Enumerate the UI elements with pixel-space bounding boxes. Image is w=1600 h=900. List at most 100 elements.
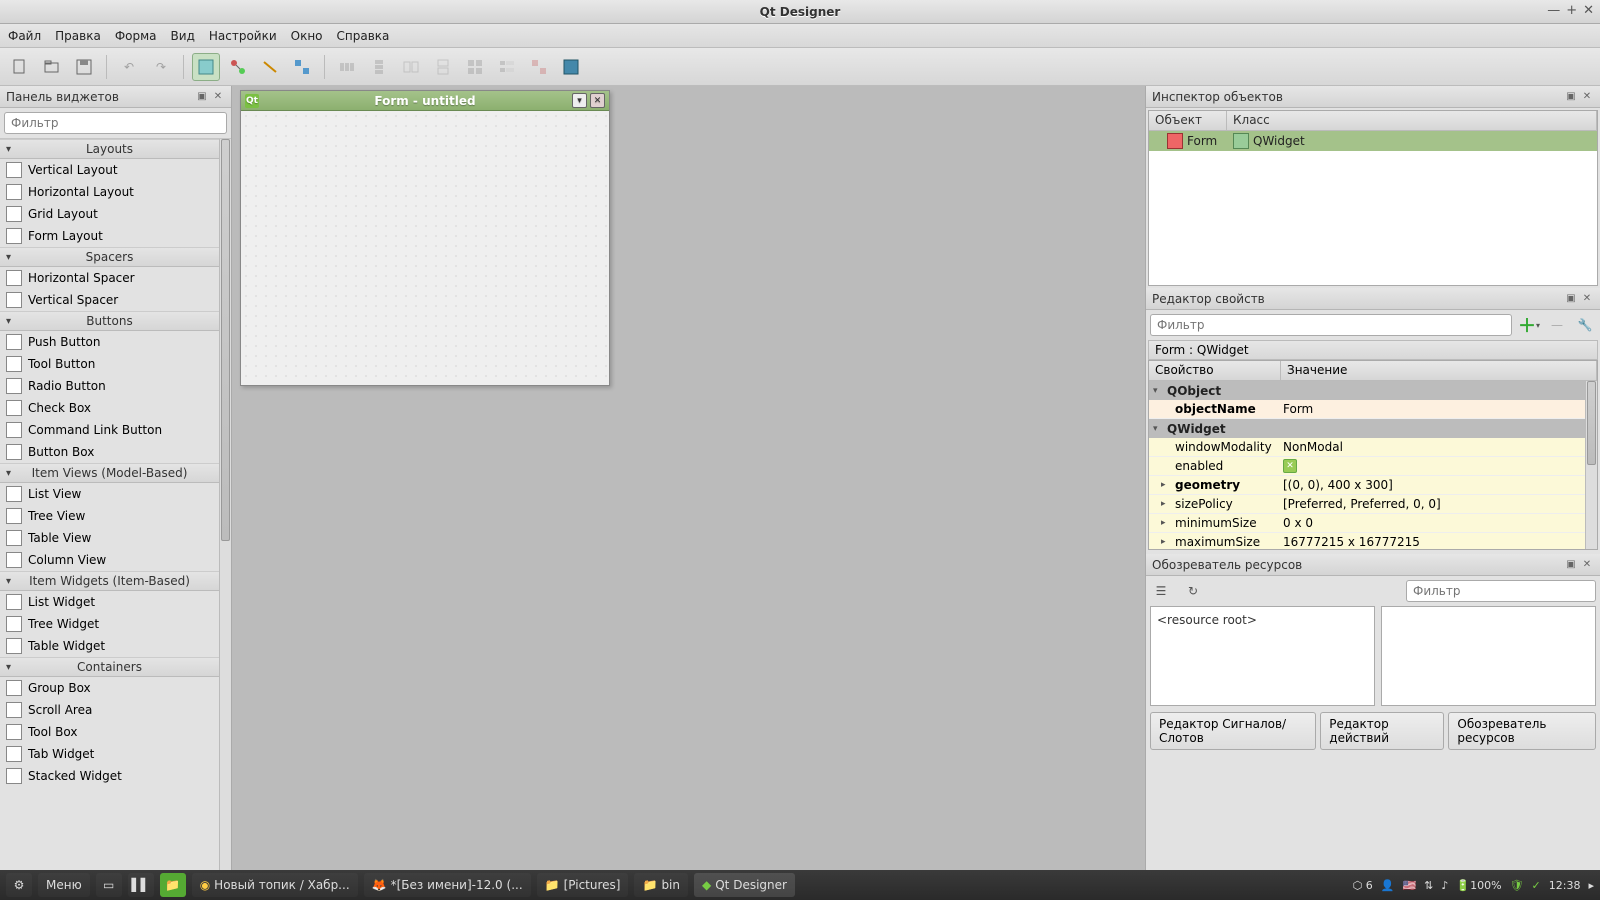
keyboard-layout[interactable]: 🇺🇸 [1402,879,1416,892]
property-group[interactable]: ▾QWidget [1149,419,1585,438]
form-close-button[interactable]: ✕ [590,93,605,108]
widget-item[interactable]: List Widget [0,591,219,613]
new-form-button[interactable] [6,53,34,81]
widget-item[interactable]: Vertical Layout [0,159,219,181]
mint-menu-button[interactable]: Меню [38,873,90,897]
dock-close-button[interactable]: ✕ [1580,90,1594,104]
tab-action-editor[interactable]: Редактор действий [1320,712,1444,750]
menu-file[interactable]: Файл [8,29,41,43]
layout-horizontal-button[interactable] [333,53,361,81]
widget-item[interactable]: Tree Widget [0,613,219,635]
resource-filter[interactable] [1406,580,1596,602]
clock[interactable]: 12:38 [1549,879,1581,892]
battery-icon[interactable]: 🔋100% [1456,879,1501,892]
widget-item[interactable]: Horizontal Spacer [0,267,219,289]
property-scrollbar[interactable] [1585,381,1597,549]
widget-item[interactable]: Push Button [0,331,219,353]
category-header[interactable]: ▾Item Views (Model-Based) [0,463,219,483]
widget-item[interactable]: Command Link Button [0,419,219,441]
resource-tree[interactable]: <resource root> [1150,606,1375,706]
dock-float-button[interactable]: ▣ [1564,292,1578,306]
dock-float-button[interactable]: ▣ [1564,558,1578,572]
menu-form[interactable]: Форма [115,29,157,43]
widget-item[interactable]: Group Box [0,677,219,699]
property-row[interactable]: ▸minimumSize0 x 0 [1149,514,1585,533]
resource-preview[interactable] [1381,606,1596,706]
property-filter[interactable] [1150,314,1512,336]
layout-form-button[interactable] [493,53,521,81]
widget-item[interactable]: Table Widget [0,635,219,657]
taskbar-item-chrome[interactable]: ◉Новый топик / Хабр... [192,873,358,897]
property-row[interactable]: windowModalityNonModal [1149,438,1585,457]
shield-icon[interactable]: 🛡 [1510,879,1524,892]
widget-item[interactable]: Check Box [0,397,219,419]
taskbar-item-pictures[interactable]: 📁[Pictures] [537,873,629,897]
widget-box-scrollbar[interactable] [219,139,231,870]
reload-resources-button[interactable]: ↻ [1182,580,1204,602]
tab-resource-browser[interactable]: Обозреватель ресурсов [1448,712,1596,750]
taskbar-item-qtdesigner[interactable]: ◆Qt Designer [694,873,795,897]
dock-close-button[interactable]: ✕ [1580,558,1594,572]
dock-close-button[interactable]: ✕ [1580,292,1594,306]
widget-item[interactable]: Stacked Widget [0,765,219,787]
widget-item[interactable]: List View [0,483,219,505]
dock-float-button[interactable]: ▣ [195,90,209,104]
form-window[interactable]: Qt Form - untitled ▾ ✕ [240,90,610,386]
configure-button[interactable]: 🔧 [1574,314,1596,336]
add-dynamic-prop-button[interactable]: ＋▾ [1518,314,1540,336]
category-header[interactable]: ▾Buttons [0,311,219,331]
save-button[interactable] [70,53,98,81]
undo-button[interactable]: ↶ [115,53,143,81]
widget-item[interactable]: Tool Button [0,353,219,375]
remove-dynamic-prop-button[interactable]: — [1546,314,1568,336]
menu-help[interactable]: Справка [337,29,390,43]
open-button[interactable] [38,53,66,81]
property-row[interactable]: objectNameForm [1149,400,1585,419]
checkbox-icon[interactable]: ✕ [1283,459,1297,473]
menu-window[interactable]: Окно [291,29,323,43]
mdi-area[interactable]: Qt Form - untitled ▾ ✕ [232,86,1145,870]
property-group[interactable]: ▾QObject [1149,381,1585,400]
form-minimize-button[interactable]: ▾ [572,93,587,108]
maximize-icon[interactable]: + [1566,3,1577,18]
property-row[interactable]: ▸geometry[(0, 0), 400 x 300] [1149,476,1585,495]
close-icon[interactable]: ✕ [1583,3,1594,18]
property-row[interactable]: enabled✕ [1149,457,1585,476]
widget-item[interactable]: Tree View [0,505,219,527]
menu-edit[interactable]: Правка [55,29,101,43]
break-layout-button[interactable] [525,53,553,81]
dock-float-button[interactable]: ▣ [1564,90,1578,104]
user-icon[interactable]: 👤 [1381,879,1395,892]
category-header[interactable]: ▾Containers [0,657,219,677]
widget-item[interactable]: Column View [0,549,219,571]
widget-box-filter[interactable] [4,112,227,134]
layout-vertical-button[interactable] [365,53,393,81]
widget-item[interactable]: Table View [0,527,219,549]
widget-item[interactable]: Tab Widget [0,743,219,765]
property-row[interactable]: ▸maximumSize16777215 x 16777215 [1149,533,1585,550]
menu-view[interactable]: Вид [171,29,195,43]
mint-menu-icon[interactable]: ⚙ [6,873,32,897]
widget-item[interactable]: Scroll Area [0,699,219,721]
widget-item[interactable]: Form Layout [0,225,219,247]
tray-expand-icon[interactable]: ▸ [1588,879,1594,892]
widget-item[interactable]: Horizontal Layout [0,181,219,203]
property-row[interactable]: ▸sizePolicy[Preferred, Preferred, 0, 0] [1149,495,1585,514]
widget-item[interactable]: Radio Button [0,375,219,397]
menu-settings[interactable]: Настройки [209,29,277,43]
object-row-form[interactable]: Form QWidget [1149,131,1597,151]
category-header[interactable]: ▾Spacers [0,247,219,267]
category-header[interactable]: ▾Layouts [0,139,219,159]
adjust-size-button[interactable] [557,53,585,81]
layout-horiz-split-button[interactable] [397,53,425,81]
form-titlebar[interactable]: Qt Form - untitled ▾ ✕ [241,91,609,111]
dock-close-button[interactable]: ✕ [211,90,225,104]
update-icon[interactable]: ✓ [1532,879,1541,892]
widget-item[interactable]: Button Box [0,441,219,463]
notification-icon[interactable]: ⬡ 6 [1353,879,1373,892]
edit-signals-button[interactable] [224,53,252,81]
layout-grid-button[interactable] [461,53,489,81]
network-icon[interactable]: ⇅ [1424,879,1433,892]
terminal-launcher[interactable]: ▌▌ [128,873,154,897]
layout-vert-split-button[interactable] [429,53,457,81]
